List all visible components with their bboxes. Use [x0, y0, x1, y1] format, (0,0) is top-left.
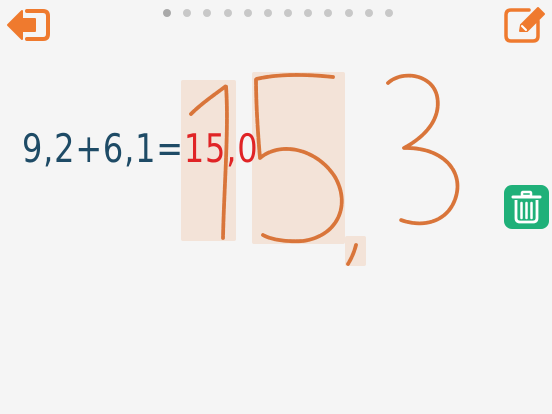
equation: 9,2+6,1=15,0 — [22, 126, 258, 174]
stroke-digit-3 — [386, 73, 460, 226]
equation-question: 9,2+6,1= — [22, 127, 184, 172]
recognized-digit-box-5 — [252, 72, 345, 244]
equation-answer: 15,0 — [183, 127, 259, 172]
trash-icon — [511, 190, 542, 224]
handwriting-canvas[interactable] — [0, 0, 552, 414]
math-exercise-screen: 9,2+6,1=15,0 — [0, 0, 552, 414]
clear-button[interactable] — [504, 185, 549, 229]
